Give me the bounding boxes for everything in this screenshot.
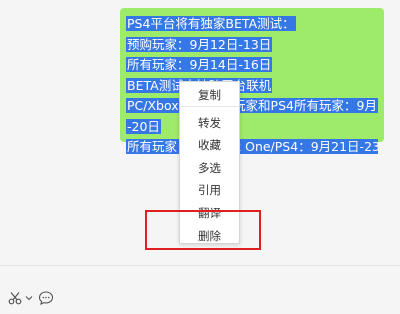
message-line-7: 所有玩家：PC/Xbox One/PS4：9月21日-23日	[126, 137, 378, 158]
message-line-2: 预购玩家：9月12日-13日	[126, 36, 273, 52]
message-line-4: BETA测试支持跨平台联机	[126, 76, 378, 97]
message-line-1: PS4平台将有独家BETA测试：	[126, 16, 296, 31]
delete-highlight-box	[145, 210, 261, 250]
chat-bubble-button[interactable]	[38, 288, 54, 308]
message-line-5: PC/Xbox One预购玩家和PS4所有玩家：9月19日	[126, 96, 378, 117]
chat-bubble-icon	[38, 291, 54, 305]
chevron-down-icon[interactable]	[25, 294, 33, 302]
menu-item-favorite[interactable]: 收藏	[180, 134, 239, 157]
input-toolbar	[0, 266, 400, 314]
message-bubble[interactable]: PS4平台将有独家BETA测试： 预购玩家：9月12日-13日 所有玩家：9月1…	[120, 8, 384, 154]
menu-item-quote[interactable]: 引用	[180, 179, 239, 202]
scissors-icon	[8, 292, 22, 305]
menu-item-forward[interactable]: 转发	[180, 112, 239, 135]
menu-item-copy[interactable]: 复制	[180, 84, 239, 107]
message-line-3: 所有玩家：9月14日-16日	[126, 57, 273, 72]
menu-item-multi-select[interactable]: 多选	[180, 157, 239, 180]
screenshot-button[interactable]	[8, 288, 33, 308]
chat-area: PS4平台将有独家BETA测试： 预购玩家：9月12日-13日 所有玩家：9月1…	[0, 0, 400, 265]
message-line-6: -20日	[126, 118, 161, 134]
